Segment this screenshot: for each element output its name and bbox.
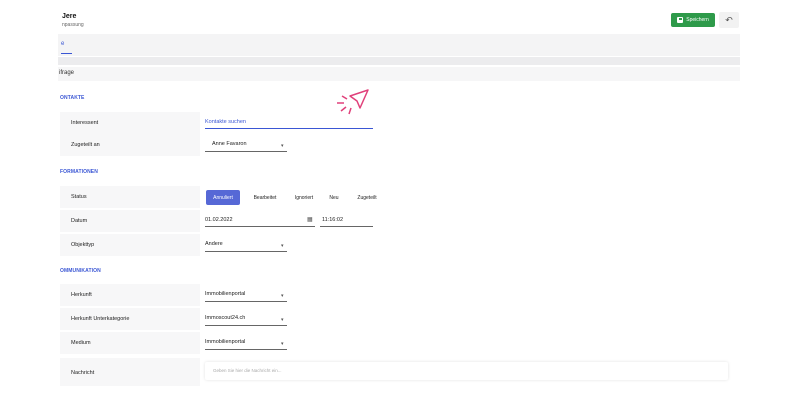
datum-underline [205,226,315,227]
datum-input[interactable]: 01.02.2022 [205,217,233,223]
label-datum: Datum [71,218,88,224]
tab-bar [58,34,740,56]
zugeteilt-underline [205,151,287,152]
label-nachricht: Nachricht [71,370,95,376]
section-informationen: FORMATIONEN [60,169,98,175]
undo-icon: ↶ [725,14,733,25]
zugeteilt-select[interactable]: Anne Favaron [212,141,247,147]
status-option-bearbeitet[interactable]: Bearbeitet [246,190,284,205]
status-option-zugeteilt[interactable]: Zugeteilt [350,190,384,205]
floppy-disk-icon [677,17,684,23]
nachricht-textarea[interactable]: Geben Sie hier die Nachricht ein... [205,362,728,380]
chevron-down-icon[interactable]: ▾ [281,317,284,323]
click-cursor-icon [337,89,369,115]
nachricht-placeholder: Geben Sie hier die Nachricht ein... [213,368,282,373]
tab-active-underline [61,53,72,54]
objekttyp-underline [205,251,287,252]
chevron-down-icon[interactable]: ▾ [281,341,284,347]
tab-active[interactable]: e [61,41,64,47]
time-input[interactable]: 11:16:02 [322,217,343,223]
chevron-down-icon[interactable]: ▾ [281,293,284,299]
interessent-input[interactable]: Kontakte suchen [205,119,246,125]
medium-underline [205,349,287,350]
medium-select[interactable]: Immobilienportal [205,339,245,345]
undo-button[interactable]: ↶ [719,12,739,28]
herkunft-unterkategorie-underline [205,325,287,326]
herkunft-underline [205,301,287,302]
tab-bar-divider [58,57,740,65]
label-herkunft: Herkunft [71,292,92,298]
page-title: Jere [62,13,77,20]
label-objekttyp: Objekttyp [71,242,95,248]
label-status: Status [71,194,87,200]
section-kommunikation: OMMUNIKATION [60,268,101,274]
herkunft-select[interactable]: Immobilienportal [205,291,245,297]
status-option-neu[interactable]: Neu [324,190,344,205]
label-medium: Medium [71,340,91,346]
interessent-input-underline [205,128,373,129]
label-herkunft-unterkategorie: Herkunft Unterkategorie [71,316,130,322]
chevron-down-icon[interactable]: ▾ [281,143,284,149]
save-button-label: Speichern [686,17,709,23]
herkunft-unterkategorie-select[interactable]: Immoscout24.ch [205,315,245,321]
label-zugeteilt: Zugeteilt an [71,142,100,148]
section-kontakte: ONTAKTE [60,95,85,101]
objekttyp-select[interactable]: Andere [205,241,223,247]
subheader-label: ifrage [59,70,75,76]
status-option-annuliert[interactable]: Annuliert [206,190,240,205]
page-subtitle: npassung [62,22,84,28]
chevron-down-icon[interactable]: ▾ [281,243,284,249]
label-interessent: Interessent [71,120,99,126]
save-button[interactable]: Speichern [671,13,715,27]
status-option-ignoriert[interactable]: Ignoriert [288,190,320,205]
time-underline [320,226,373,227]
calendar-icon[interactable]: ▦ [307,216,313,223]
subheader-bar [58,67,740,81]
